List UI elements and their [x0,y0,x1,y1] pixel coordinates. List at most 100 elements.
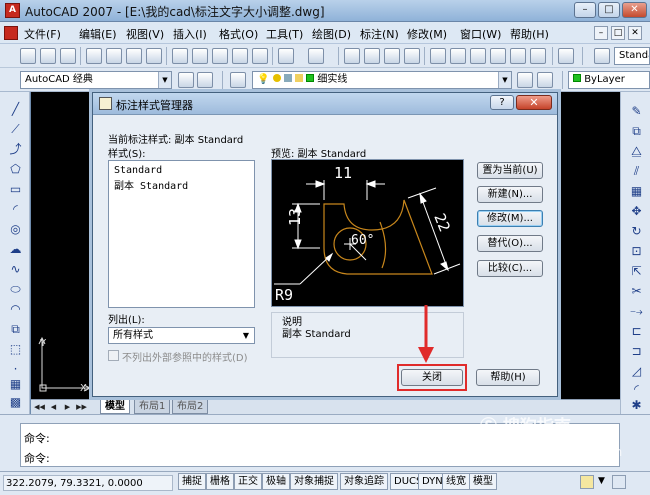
tool-palettes-icon[interactable] [470,48,486,64]
print-preview-icon[interactable] [106,48,122,64]
dialog-help-button[interactable]: ? [490,95,514,110]
tab-layout1[interactable]: 布局1 [134,400,171,414]
hatch-icon[interactable]: ▦ [8,377,23,392]
open-file-icon[interactable] [40,48,56,64]
save-icon[interactable] [60,48,76,64]
maximize-button[interactable]: □ [598,2,620,18]
prev-tab-icon[interactable]: ◀ [48,402,59,413]
extend-icon[interactable]: ⤍ [629,304,644,319]
status-polar[interactable]: 极轴 [262,473,290,490]
menu-file[interactable]: 文件(F) [24,26,61,42]
explode-icon[interactable]: ✱ [629,398,644,413]
join-icon[interactable]: ⊐ [629,344,644,359]
copy-icon[interactable] [192,48,208,64]
status-ortho[interactable]: 正交 [234,473,262,490]
spline-icon[interactable]: ∿ [8,262,23,277]
menu-insert[interactable]: 插入(I) [173,26,207,42]
make-layer-current-icon[interactable] [517,72,533,88]
status-osnap[interactable]: 对象捕捉 [290,473,338,490]
communication-center-icon[interactable] [580,475,594,489]
status-menu-arrow-icon[interactable]: ▼ [598,476,605,486]
stretch-icon[interactable]: ⇱ [629,264,644,279]
ellipse-arc-icon[interactable]: ◠ [8,302,23,317]
insert-block-icon[interactable]: ⧉ [8,322,23,337]
break-icon[interactable]: ⊏ [629,324,644,339]
new-style-button[interactable]: 新建(N)... [477,186,543,203]
status-snap[interactable]: 捕捉 [178,473,206,490]
autocad-app-icon[interactable]: A [5,3,20,18]
plot-icon[interactable] [146,48,162,64]
help-button[interactable]: 帮助(H) [476,369,540,386]
menu-format[interactable]: 格式(O) [219,26,258,42]
polygon-icon[interactable]: ⬠ [8,162,23,177]
menu-draw[interactable]: 绘图(D) [312,26,351,42]
ellipse-icon[interactable]: ⬭ [8,282,23,297]
rotate-icon[interactable]: ↻ [629,224,644,239]
mdi-minimize-button[interactable]: – [594,26,608,40]
status-model[interactable]: 模型 [469,473,497,490]
trim-icon[interactable]: ✂ [629,284,644,299]
copy-object-icon[interactable]: ⧉ [629,124,644,139]
offset-icon[interactable]: ⫽ [629,164,644,179]
polyline-icon[interactable]: ⤴ [8,142,23,157]
dialog-close-button[interactable]: ✕ [516,95,552,110]
set-current-button[interactable]: 置为当前(U) [477,162,543,179]
construction-line-icon[interactable]: ⟋ [8,122,23,137]
properties-icon[interactable] [430,48,446,64]
menu-window[interactable]: 窗口(W) [460,26,501,42]
circle-icon[interactable]: ◎ [8,222,23,237]
new-file-icon[interactable] [20,48,36,64]
paste-icon[interactable] [212,48,228,64]
calculator-icon[interactable] [530,48,546,64]
point-icon[interactable]: · [8,362,23,377]
arc-icon[interactable]: ◜ [8,202,23,217]
erase-icon[interactable]: ✎ [629,104,644,119]
modify-style-button[interactable]: 修改(M)... [477,210,543,227]
chamfer-icon[interactable]: ◿ [629,364,644,379]
my-workspace-icon[interactable] [197,72,213,88]
minimize-button[interactable]: – [574,2,596,18]
menu-help[interactable]: 帮助(H) [510,26,549,42]
xref-checkbox[interactable] [108,350,119,361]
match-properties-icon[interactable] [232,48,248,64]
styles-listbox[interactable]: Standard 副本 Standard [108,160,255,308]
scale-icon[interactable]: ⊡ [629,244,644,259]
workspace-settings-icon[interactable] [178,72,194,88]
tab-layout2[interactable]: 布局2 [172,400,209,414]
menu-view[interactable]: 视图(V) [126,26,164,42]
fillet-icon[interactable]: ◜ [629,382,644,397]
list-item[interactable]: Standard [114,165,162,176]
move-icon[interactable]: ✥ [629,204,644,219]
menu-modify[interactable]: 修改(M) [407,26,447,42]
menu-edit[interactable]: 编辑(E) [79,26,117,42]
sheet-set-icon[interactable] [490,48,506,64]
line-icon[interactable]: ╱ [8,102,23,117]
zoom-realtime-icon[interactable] [364,48,380,64]
status-grid[interactable]: 栅格 [206,473,234,490]
mdi-close-button[interactable]: ✕ [628,26,642,40]
tab-model[interactable]: 模型 [100,400,130,414]
first-tab-icon[interactable]: ◀◀ [34,402,45,413]
array-icon[interactable]: ▦ [629,184,644,199]
block-editor-icon[interactable] [252,48,268,64]
zoom-window-icon[interactable] [384,48,400,64]
redo-icon[interactable] [308,48,324,64]
layer-manager-icon[interactable] [230,72,246,88]
zoom-previous-icon[interactable] [404,48,420,64]
undo-icon[interactable] [278,48,294,64]
close-window-button[interactable]: ✕ [622,2,647,18]
list-filter-select[interactable]: 所有样式 ▼ [108,327,255,344]
last-tab-icon[interactable]: ▶▶ [76,402,87,413]
doc-icon[interactable] [4,26,18,40]
compare-styles-button[interactable]: 比较(C)... [477,260,543,277]
color-combo[interactable]: ByLayer [568,71,650,89]
layer-combo[interactable]: 💡 细实线 ▼ [252,71,512,89]
text-style-combo[interactable]: Standard [614,47,650,65]
menu-dimension[interactable]: 标注(N) [360,26,399,42]
text-style-icon[interactable] [594,48,610,64]
clean-screen-icon[interactable] [612,475,626,489]
status-lineweight[interactable]: 线宽 [442,473,470,490]
workspace-combo[interactable]: AutoCAD 经典 ▼ [20,71,172,89]
design-center-icon[interactable] [450,48,466,64]
publish-icon[interactable] [126,48,142,64]
